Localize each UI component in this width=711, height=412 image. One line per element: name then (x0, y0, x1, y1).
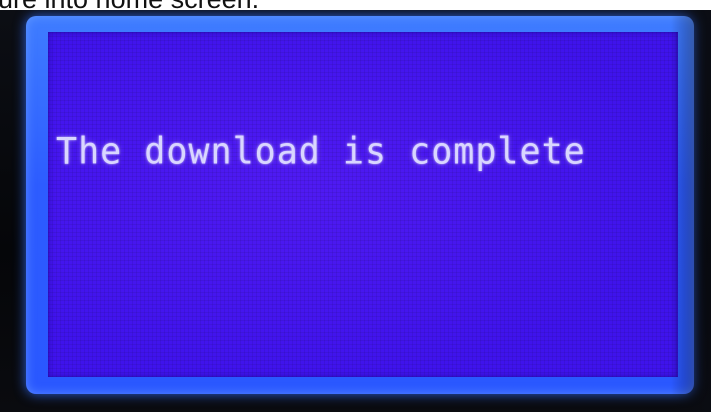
device-photo: The download is complete (0, 10, 711, 412)
lcd-screen: The download is complete (48, 32, 678, 377)
lcd-message: The download is complete (56, 131, 586, 173)
edge-shadow (671, 10, 711, 412)
